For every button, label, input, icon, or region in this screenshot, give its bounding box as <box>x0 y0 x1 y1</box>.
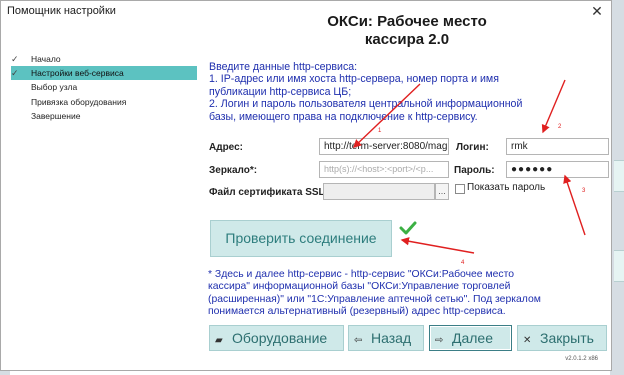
sidebar-item-label: Настройки веб-сервиса <box>31 68 124 78</box>
annotation-number-3: 3 <box>582 188 586 194</box>
check-icon: ✓ <box>11 68 19 78</box>
close-button-label: Закрыть <box>540 330 594 346</box>
instruction-line: 2. Логин и пароль пользователя центральн… <box>209 98 523 111</box>
annotation-number-4: 4 <box>461 260 465 266</box>
instruction-line: Введите данные http-сервиса: <box>209 61 358 73</box>
ssl-certificate-label: Файл сертификата SSL: <box>209 187 328 198</box>
next-arrow-icon: ⇨ <box>435 335 444 346</box>
page-title-line: кассира 2.0 <box>364 31 450 48</box>
equipment-button[interactable]: ▰ Оборудование <box>209 325 344 351</box>
page-title-line: ОКСи: Рабочее место <box>327 13 487 30</box>
next-button[interactable]: ⇨ Далее <box>429 325 512 351</box>
back-arrow-icon: ⇦ <box>354 335 363 346</box>
equipment-button-label: Оборудование <box>232 330 328 346</box>
next-button-label: Далее <box>452 330 494 346</box>
password-label: Пароль: <box>454 165 495 176</box>
sidebar-item-node-selection[interactable]: Выбор узла <box>11 80 197 94</box>
browse-ssl-button[interactable]: ... <box>435 183 449 200</box>
password-input[interactable]: ●●●●●● <box>506 161 609 178</box>
footnote-line: (расширенная)" или "1С:Управление аптечн… <box>208 293 541 305</box>
sidebar-item-finish[interactable]: Завершение <box>11 109 197 123</box>
footnote-line: * Здесь и далее http-сервис - http-серви… <box>208 269 514 280</box>
show-password-checkbox[interactable] <box>455 184 465 194</box>
mirror-label: Зеркало*: <box>209 165 258 176</box>
page-title: ОКСи: Рабочее место кассира 2.0 <box>207 13 607 49</box>
instruction-line: публикации http-сервиса ЦБ; <box>209 85 352 98</box>
footnote-text: * Здесь и далее http-сервис - http-серви… <box>208 269 541 318</box>
sidebar-item-equipment-binding[interactable]: Привязка оборудования <box>11 95 197 109</box>
check-icon: ✓ <box>11 54 19 64</box>
back-button-label: Назад <box>371 330 412 346</box>
footnote-line: понимается альтернативный (резервный) ад… <box>208 305 506 317</box>
address-label: Адрес: <box>209 142 243 153</box>
setup-wizard-window: Помощник настройки ✕ ✓ Начало ✓ Настройк… <box>0 0 612 371</box>
background-right-tab <box>614 250 624 282</box>
back-button[interactable]: ⇦ Назад <box>348 325 424 351</box>
sidebar-item-label: Привязка оборудования <box>31 97 127 107</box>
background-right-tab <box>614 160 624 192</box>
window-title: Помощник настройки <box>7 5 116 17</box>
ssl-certificate-input[interactable] <box>323 183 435 200</box>
footnote-line: кассира" информационной базы "ОКСи:Управ… <box>208 281 511 293</box>
annotation-number-2: 2 <box>558 124 562 130</box>
show-password-label[interactable]: Показать пароль <box>467 182 545 193</box>
login-label: Логин: <box>456 142 489 153</box>
sidebar-item-web-service-settings[interactable]: ✓ Настройки веб-сервиса <box>11 66 197 80</box>
sidebar-item-label: Выбор узла <box>31 82 78 92</box>
sidebar-item-start[interactable]: ✓ Начало <box>11 52 197 66</box>
address-input[interactable]: http://term-server:8080/mag <box>319 138 449 155</box>
instruction-line: базы, имеющего права на подключение к ht… <box>209 110 478 123</box>
instruction-line: 1. IP-адрес или имя хоста http-сервера, … <box>209 73 499 86</box>
version-label: v2.0.1.2 x86 <box>565 356 598 362</box>
close-button[interactable]: ✕ Закрыть <box>517 325 607 351</box>
verify-connection-button[interactable]: Проверить соединение <box>210 220 392 257</box>
mirror-input[interactable]: http(s)://<host>:<port>/<p... <box>319 161 449 178</box>
login-input[interactable]: rmk <box>506 138 609 155</box>
annotation-number-1: 1 <box>378 128 382 134</box>
printer-icon: ▰ <box>215 335 223 346</box>
sidebar-item-label: Начало <box>31 54 61 64</box>
green-check-icon <box>399 221 417 235</box>
instructions-text: Введите данные http-сервиса: 1. IP-адрес… <box>209 61 529 123</box>
sidebar-item-label: Завершение <box>31 111 81 121</box>
close-icon: ✕ <box>523 335 532 346</box>
